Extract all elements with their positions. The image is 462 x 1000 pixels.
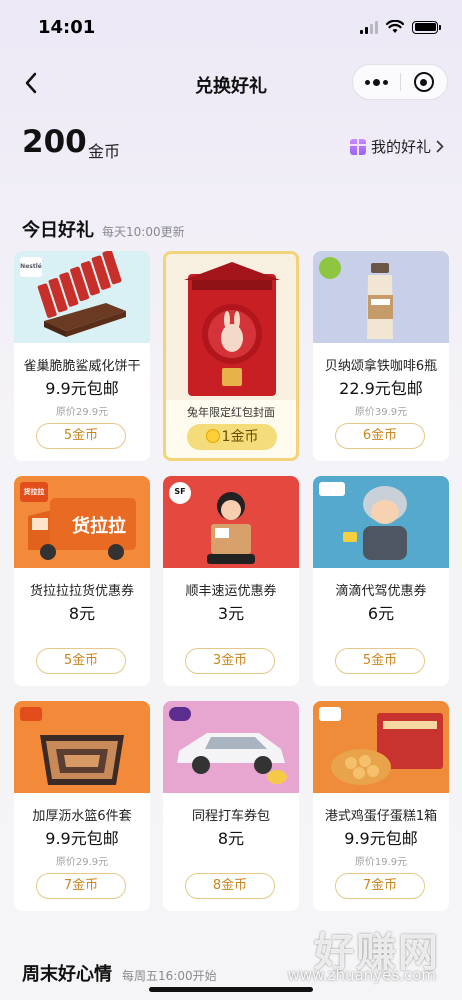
more-button[interactable]	[353, 65, 400, 99]
redeem-button[interactable]: 5金币	[36, 423, 126, 449]
redeem-button[interactable]: 3金币	[185, 648, 275, 674]
section-title: 今日好礼	[22, 220, 94, 241]
card-price: 9.9元包邮	[45, 829, 119, 848]
card-original-price: 原价29.9元	[55, 407, 109, 418]
nav-bar: 兑换好礼	[0, 62, 462, 106]
redeem-button[interactable]: 7金币	[36, 873, 126, 899]
brand-badge: Nestlé	[20, 257, 42, 277]
gift-icon	[349, 138, 366, 155]
svg-text:货拉拉: 货拉拉	[72, 515, 126, 537]
card-price: 9.9元包邮	[45, 379, 119, 398]
section-title: 周末好心情	[22, 964, 112, 985]
cellular-signal-icon	[360, 20, 378, 34]
gift-card-featured[interactable]: 兔年限定红包封面 1金币	[163, 251, 299, 461]
card-original-price: 原价29.9元	[55, 857, 109, 868]
card-name: 加厚沥水篮6件套	[32, 809, 132, 824]
weekend-section-header: 周末好心情 每周五16:00开始	[22, 960, 217, 986]
card-name: 贝纳颂拿铁咖啡6瓶	[324, 359, 438, 374]
brand-badge: 货拉拉	[20, 482, 48, 502]
brand-logo-icon	[169, 707, 191, 721]
red-packet-image	[166, 254, 296, 404]
redeem-button[interactable]: 6金币	[335, 423, 425, 449]
card-name: 同程打车券包	[191, 809, 270, 824]
redeem-button[interactable]: 5金币	[335, 648, 425, 674]
card-price: 9.9元包邮	[344, 829, 418, 848]
brand-badge: SF	[169, 482, 191, 504]
card-name: 滴滴代驾优惠券	[335, 584, 427, 599]
gift-card[interactable]: 货拉拉 货拉拉 货拉拉拉货优惠券 8元 5金币	[14, 476, 150, 686]
watermark-url: www.zhuanyes.com	[287, 966, 436, 984]
card-name: 货拉拉拉货优惠券	[29, 584, 134, 599]
brand-logo-icon	[20, 707, 42, 721]
status-icons	[360, 20, 441, 34]
truck-image: 货拉拉 货拉拉	[14, 476, 150, 568]
card-original-price: 原价19.9元	[354, 857, 408, 868]
status-time: 14:01	[38, 17, 96, 38]
card-price: 3元	[217, 604, 245, 623]
card-price: 8元	[217, 829, 245, 848]
cake-image	[313, 701, 449, 793]
section-subtitle: 每周五16:00开始	[122, 969, 217, 983]
courier-image: SF	[163, 476, 299, 568]
gift-card[interactable]: Nestlé 雀巢脆脆鲨威化饼干 9.9元包邮 原价29.9元 5金币	[14, 251, 150, 461]
gift-card[interactable]: 滴滴代驾优惠券 6元 5金币	[313, 476, 449, 686]
gift-card[interactable]: 贝纳颂拿铁咖啡6瓶 22.9元包邮 原价39.9元 6金币	[313, 251, 449, 461]
driver-image	[313, 476, 449, 568]
battery-icon	[412, 20, 441, 34]
redeem-button[interactable]: 5金币	[36, 648, 126, 674]
wifi-icon	[386, 20, 404, 33]
card-name: 顺丰速运优惠券	[185, 584, 277, 599]
card-price: 8元	[68, 604, 96, 623]
redeem-button[interactable]: 7金币	[335, 873, 425, 899]
chevron-right-icon	[436, 140, 444, 153]
today-section-header: 今日好礼 每天10:00更新	[22, 216, 185, 242]
miniprogram-capsule	[352, 64, 448, 100]
card-price: 22.9元包邮	[339, 379, 423, 398]
coin-amount: 200	[22, 124, 87, 160]
car-image	[163, 701, 299, 793]
my-gifts-label: 我的好礼	[370, 138, 431, 156]
card-name: 雀巢脆脆鲨威化饼干	[23, 359, 141, 374]
coin-icon	[205, 429, 220, 443]
close-miniprogram-button[interactable]	[400, 65, 447, 99]
gift-card[interactable]: 加厚沥水篮6件套 9.9元包邮 原价29.9元 7金币	[14, 701, 150, 911]
basket-image	[14, 701, 150, 793]
gift-card[interactable]: 同程打车券包 8元 8金币	[163, 701, 299, 911]
coin-balance-row: 200 金币 我的好礼	[22, 124, 444, 168]
redeem-cost: 1金币	[221, 429, 259, 445]
redeem-button[interactable]: 8金币	[185, 873, 275, 899]
card-name: 兔年限定红包封面	[187, 406, 275, 419]
section-subtitle: 每天10:00更新	[102, 225, 185, 239]
coin-unit: 金币	[88, 142, 121, 161]
brand-logo-icon	[319, 707, 341, 721]
brand-logo-icon	[319, 482, 345, 496]
card-name: 港式鸡蛋仔蛋糕1箱	[324, 809, 438, 824]
target-icon	[413, 72, 434, 92]
card-original-price: 原价39.9元	[354, 407, 408, 418]
status-bar: 14:01	[0, 0, 462, 56]
brand-logo-icon	[319, 257, 341, 279]
my-gifts-link[interactable]: 我的好礼	[349, 136, 444, 157]
gift-card[interactable]: SF 顺丰速运优惠券 3元 3金币	[163, 476, 299, 686]
card-price: 6元	[367, 604, 395, 623]
redeem-button[interactable]: 1金币	[187, 424, 277, 450]
gift-card[interactable]: 港式鸡蛋仔蛋糕1箱 9.9元包邮 原价19.9元 7金币	[313, 701, 449, 911]
wafer-image: Nestlé	[14, 251, 150, 343]
coffee-image	[313, 251, 449, 343]
home-indicator	[149, 987, 313, 992]
